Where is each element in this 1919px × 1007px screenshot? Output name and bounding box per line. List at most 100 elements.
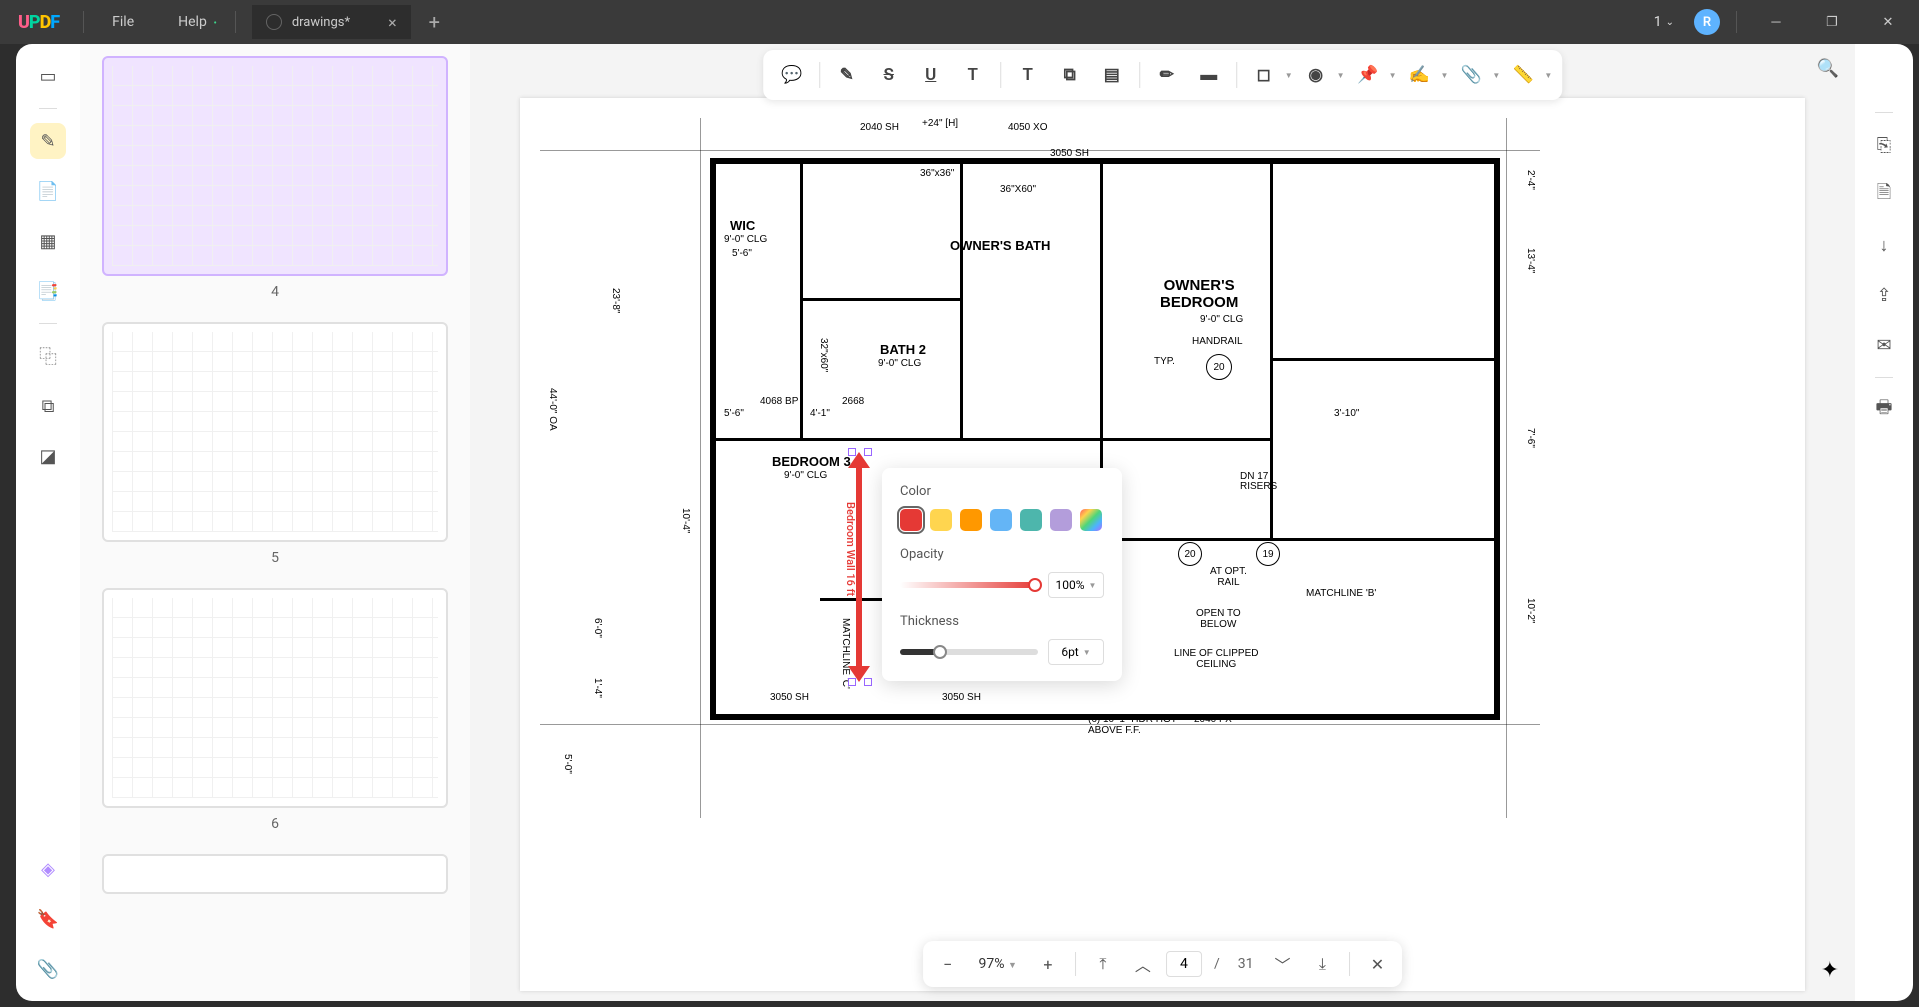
color-blue[interactable] — [990, 509, 1012, 531]
close-button[interactable]: ✕ — [1865, 6, 1911, 38]
color-red[interactable] — [900, 509, 922, 531]
chevron-down-icon[interactable]: ▼ — [1441, 71, 1449, 80]
next-page-button[interactable]: ﹀ — [1265, 947, 1299, 981]
selection-handle[interactable] — [848, 678, 856, 686]
thumbnail-page-5[interactable] — [102, 322, 448, 542]
total-pages: 31 — [1232, 956, 1260, 972]
export-icon[interactable]: ⎘ — [1866, 127, 1902, 163]
color-swatches — [900, 509, 1104, 531]
titlebar: UPDF File Help• drawings* × + 1 ⌄ R ─ ❐ … — [0, 0, 1919, 44]
annotation-label: Bedroom Wall 16 ft — [844, 502, 857, 596]
chevron-down-icon[interactable]: ▼ — [1544, 71, 1552, 80]
callout-tool-icon[interactable]: ▤ — [1093, 56, 1131, 94]
tab-close-icon[interactable]: × — [388, 13, 397, 32]
dim-label: 7'-6" — [1525, 428, 1536, 448]
search-icon[interactable]: 🔍 — [1817, 58, 1839, 79]
selection-handle[interactable] — [864, 678, 872, 686]
attachment-icon[interactable]: 📎 — [30, 951, 66, 987]
eraser-tool-icon[interactable]: ▬ — [1190, 56, 1228, 94]
bookmark-icon[interactable]: 🔖 — [30, 901, 66, 937]
attach-tool-icon[interactable]: 📎 — [1452, 56, 1490, 94]
thumbnail-page-4[interactable] — [102, 56, 448, 276]
crop-icon[interactable]: ⧉ — [30, 388, 66, 424]
page-input[interactable] — [1166, 951, 1202, 977]
slider-handle[interactable] — [933, 645, 947, 659]
stamp-tool-icon[interactable]: 📌 — [1349, 56, 1387, 94]
compress-icon[interactable]: ↓ — [1866, 227, 1902, 263]
document-page[interactable]: WIC 9'-0" CLG 5'-6" OWNER'S BATH BATH 2 … — [520, 98, 1805, 991]
slider-handle[interactable] — [1028, 578, 1042, 592]
sticker-tool-icon[interactable]: ◉ — [1297, 56, 1335, 94]
chevron-down-icon[interactable]: ▼ — [1389, 71, 1397, 80]
divider — [1075, 952, 1076, 976]
color-orange[interactable] — [960, 509, 982, 531]
selection-handle[interactable] — [864, 448, 872, 456]
convert-icon[interactable]: 🗎 — [1866, 177, 1902, 213]
print-icon[interactable]: 🖶 — [1866, 392, 1902, 428]
page-separator: / — [1208, 956, 1226, 972]
room-label: BEDROOM 3 — [772, 454, 851, 469]
shape-tool-icon[interactable]: ◻ — [1245, 56, 1283, 94]
opacity-value[interactable]: 100%▼ — [1048, 572, 1104, 598]
divider — [819, 62, 820, 88]
document-tab[interactable]: drawings* × — [252, 5, 411, 39]
dim-label: 9'-0" CLG — [1200, 314, 1243, 325]
comment-tool-icon[interactable]: ✎ — [30, 123, 66, 159]
menu-file[interactable]: File — [90, 14, 156, 30]
signature-tool-icon[interactable]: ✍ — [1401, 56, 1439, 94]
ai-assistant-icon[interactable]: ✦ — [1821, 958, 1839, 983]
edit-pdf-icon[interactable]: 📄 — [30, 173, 66, 209]
zoom-in-button[interactable]: + — [1031, 947, 1065, 981]
thumbnail-page-6[interactable] — [102, 588, 448, 808]
divider — [1236, 62, 1237, 88]
color-purple[interactable] — [1050, 509, 1072, 531]
thumbnail-page-7[interactable] — [102, 854, 448, 894]
squiggly-tool-icon[interactable]: T — [954, 56, 992, 94]
note-tool-icon[interactable]: 💬 — [773, 56, 811, 94]
underline-tool-icon[interactable]: U — [912, 56, 950, 94]
color-picker[interactable] — [1080, 509, 1102, 531]
menu-help[interactable]: Help• — [156, 14, 229, 30]
reader-mode-icon[interactable]: ▭ — [30, 58, 66, 94]
thickness-slider[interactable] — [900, 649, 1038, 655]
color-teal[interactable] — [1020, 509, 1042, 531]
user-avatar[interactable]: R — [1694, 9, 1720, 35]
selection-handle[interactable] — [848, 448, 856, 456]
dim-label: 3'-10" — [1334, 408, 1359, 419]
maximize-button[interactable]: ❐ — [1809, 6, 1855, 38]
zoom-level[interactable]: 97% ▼ — [971, 956, 1025, 972]
opacity-slider[interactable] — [900, 582, 1038, 588]
chevron-down-icon[interactable]: ▼ — [1285, 71, 1293, 80]
organize-pages-icon[interactable]: ▦ — [30, 223, 66, 259]
share-icon[interactable]: ⇪ — [1866, 277, 1902, 313]
chevron-down-icon[interactable]: ▼ — [1337, 71, 1345, 80]
layers-icon[interactable]: ◈ — [30, 851, 66, 887]
tab-doc-icon — [266, 14, 282, 30]
new-tab-button[interactable]: + — [429, 10, 440, 34]
window-count[interactable]: 1 ⌄ — [1644, 14, 1684, 30]
highlight-tool-icon[interactable]: ✎ — [828, 56, 866, 94]
color-yellow[interactable] — [930, 509, 952, 531]
redact-icon[interactable]: ◪ — [30, 438, 66, 474]
ocr-icon[interactable]: ⿻ — [30, 338, 66, 374]
prev-page-button[interactable]: ︿ — [1126, 947, 1160, 981]
fill-sign-icon[interactable]: 📑 — [30, 273, 66, 309]
close-nav-button[interactable]: ✕ — [1360, 947, 1394, 981]
thickness-value[interactable]: 6pt▼ — [1048, 639, 1104, 665]
textbox-tool-icon[interactable]: ⧉ — [1051, 56, 1089, 94]
strikethrough-tool-icon[interactable]: S — [870, 56, 908, 94]
divider — [1875, 377, 1893, 378]
thumb-number: 5 — [102, 550, 448, 566]
thumbnail-panel[interactable]: 4 5 6 — [80, 44, 470, 1001]
tab-title: drawings* — [292, 15, 350, 30]
zoom-out-button[interactable]: − — [931, 947, 965, 981]
minimize-button[interactable]: ─ — [1753, 6, 1799, 38]
left-sidebar: ▭ ✎ 📄 ▦ 📑 ⿻ ⧉ ◪ ◈ 🔖 📎 — [16, 44, 80, 1001]
measure-tool-icon[interactable]: 📏 — [1504, 56, 1542, 94]
last-page-button[interactable]: ⤓ — [1305, 947, 1339, 981]
email-icon[interactable]: ✉ — [1866, 327, 1902, 363]
text-tool-icon[interactable]: T — [1009, 56, 1047, 94]
pencil-tool-icon[interactable]: ✏ — [1148, 56, 1186, 94]
chevron-down-icon[interactable]: ▼ — [1492, 71, 1500, 80]
first-page-button[interactable]: ⤒ — [1086, 947, 1120, 981]
